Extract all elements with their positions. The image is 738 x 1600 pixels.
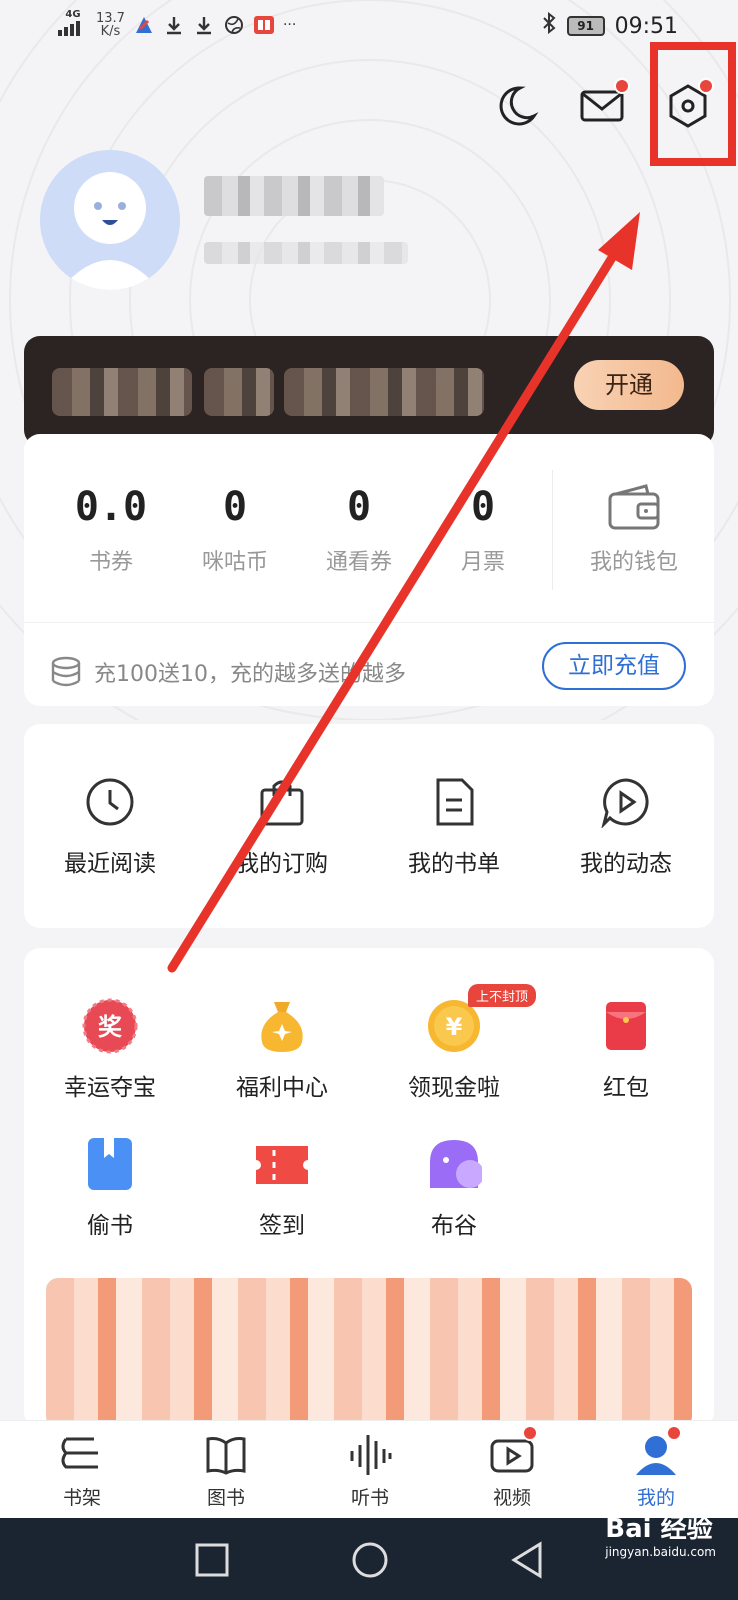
signal-icon [58, 21, 80, 36]
prize-icon: 奖 [82, 998, 138, 1054]
wallet-icon [608, 484, 660, 530]
document-icon [436, 778, 474, 826]
wallet-card: 0.0 书券 0 咪咕币 0 通看券 0 月票 我的钱包 充100送10，充的越… [24, 434, 714, 706]
recharge-promo: 充100送10，充的越多送的越多 [50, 656, 406, 688]
home-icon[interactable] [350, 1540, 390, 1580]
vip-text-blurred [52, 368, 192, 416]
bottom-navigation: 书架 图书 听书 视频 我的 [0, 1420, 738, 1518]
download-icon [163, 14, 185, 36]
globe-icon [223, 14, 245, 36]
services-card: 奖 幸运夺宝 福利中心 ¥ 领现金啦 上不封顶 红包 偷书 签到 布谷 [24, 948, 714, 1428]
nav-audiobooks[interactable]: 听书 [320, 1431, 420, 1510]
my-activity-link[interactable]: 我的动态 [546, 774, 706, 878]
nav-me[interactable]: 我的 [606, 1425, 706, 1510]
app-notification-icon [133, 14, 155, 36]
signal-indicator: 4G [58, 10, 88, 40]
nav-bookshelf[interactable]: 书架 [32, 1431, 132, 1510]
monthly-ticket-stat[interactable]: 0 月票 [428, 484, 538, 576]
back-icon[interactable] [508, 1540, 548, 1580]
unlimited-badge: 上不封顶 [468, 984, 537, 1007]
book-icon [88, 1138, 132, 1190]
user-id-blurred [204, 242, 408, 264]
audio-wave-icon [350, 1435, 392, 1475]
notification-dot [614, 78, 630, 94]
more-notifications: ··· [282, 17, 297, 33]
default-avatar-icon [40, 150, 180, 290]
recharge-now-button[interactable]: 立即充值 [542, 642, 686, 690]
migu-coin-stat[interactable]: 0 咪咕币 [180, 484, 290, 576]
notification-dot [522, 1425, 538, 1441]
reader-app-icon [253, 14, 275, 36]
nav-books[interactable]: 图书 [176, 1431, 276, 1510]
nav-video[interactable]: 视频 [462, 1425, 562, 1510]
pass-coupon-stat[interactable]: 0 通看券 [304, 484, 414, 576]
bird-icon [430, 1140, 482, 1188]
night-mode-button[interactable] [492, 82, 540, 130]
check-in-link[interactable]: 签到 [202, 1136, 362, 1240]
svg-text:奖: 奖 [98, 1013, 123, 1041]
clock-icon [86, 778, 134, 826]
red-envelope-icon [606, 1002, 646, 1050]
promo-banner-blurred[interactable] [46, 1278, 692, 1428]
coins-icon [51, 656, 81, 687]
money-bag-icon [261, 1002, 303, 1052]
cash-reward-link[interactable]: ¥ 领现金啦 [374, 998, 534, 1102]
avatar[interactable] [40, 150, 180, 290]
coupon-stat[interactable]: 0.0 书券 [56, 484, 166, 576]
vip-membership-banner[interactable]: 开通 [24, 336, 714, 446]
battery-level: 91 [566, 16, 605, 36]
steal-book-link[interactable]: 偷书 [30, 1136, 190, 1240]
recent-reading-link[interactable]: 最近阅读 [30, 774, 190, 878]
lucky-draw-link[interactable]: 奖 幸运夺宝 [30, 998, 190, 1102]
clock-time: 09:51 [614, 13, 678, 39]
status-bar: 4G 13.7 K/s ··· 91 09:51 [0, 0, 738, 56]
moon-icon [499, 86, 539, 126]
vip-text-blurred [284, 368, 484, 416]
messages-button[interactable] [578, 78, 630, 130]
quick-links-card: 最近阅读 我的订购 我的书单 我的动态 [24, 724, 714, 928]
ticket-icon [256, 1146, 308, 1184]
open-book-icon [206, 1437, 246, 1475]
network-type: 4G [65, 9, 81, 20]
vip-text-blurred [204, 368, 274, 416]
my-subscriptions-link[interactable]: 我的订购 [202, 774, 362, 878]
divider [552, 470, 553, 590]
notification-dot [666, 1425, 682, 1441]
promo-text: 充100送10，充的越多送的越多 [94, 662, 406, 687]
shopping-bag-icon [260, 780, 304, 826]
red-envelope-link[interactable]: 红包 [546, 998, 706, 1102]
divider [24, 622, 714, 623]
bookshelf-icon [61, 1437, 98, 1469]
svg-text:¥: ¥ [446, 1013, 463, 1041]
baidu-watermark: Bai 经验 jingyan.baidu.com [605, 1514, 716, 1559]
bugu-link[interactable]: 布谷 [374, 1136, 534, 1240]
username-blurred [204, 176, 384, 216]
play-bubble-icon [601, 778, 649, 828]
download-icon [193, 14, 215, 36]
welfare-center-link[interactable]: 福利中心 [202, 998, 362, 1102]
my-booklist-link[interactable]: 我的书单 [374, 774, 534, 878]
recent-apps-icon[interactable] [194, 1542, 230, 1578]
annotation-highlight-box [650, 42, 736, 166]
open-vip-button[interactable]: 开通 [574, 360, 684, 410]
bluetooth-icon [541, 11, 557, 40]
net-speed: 13.7 K/s [96, 11, 125, 39]
my-wallet-button[interactable]: 我的钱包 [564, 484, 704, 576]
